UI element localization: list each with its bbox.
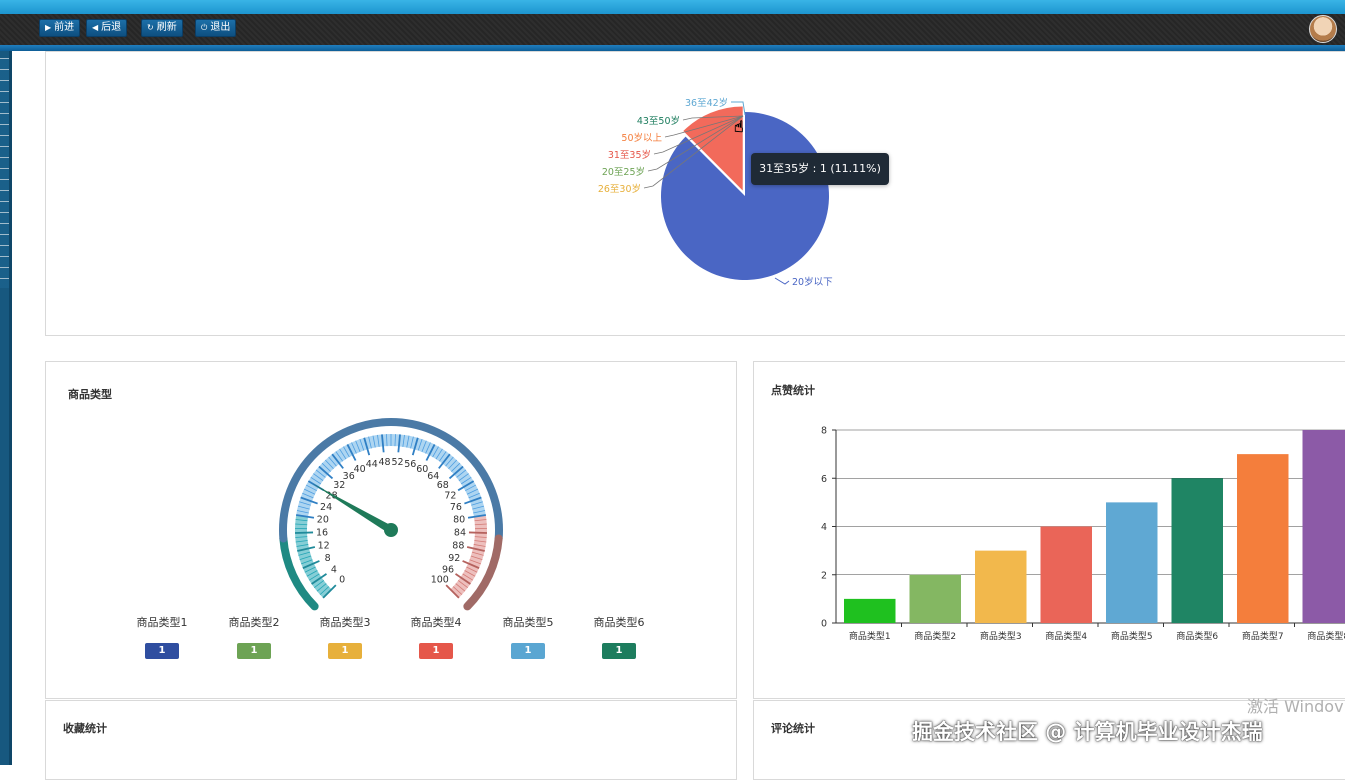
- gauge-tick-label: 24: [320, 502, 332, 513]
- x-tick-label: 商品类型1: [849, 630, 891, 642]
- gauge-tick-label: 52: [391, 457, 403, 468]
- gauge-tick-label: 48: [378, 457, 390, 468]
- favorites-panel: [45, 700, 737, 780]
- gauge-minor-tick: [395, 434, 396, 446]
- pie-label: 31至35岁: [608, 149, 651, 161]
- sidebar-edge: [9, 51, 12, 765]
- product-type-title: 商品类型: [68, 386, 112, 402]
- gauge-tick-label: 44: [366, 459, 378, 470]
- x-tick-label: 商品类型4: [1045, 630, 1087, 642]
- bar: [910, 575, 962, 623]
- logout-button[interactable]: ⏻ 退出: [195, 19, 236, 37]
- power-icon: ⏻: [201, 19, 207, 37]
- product-type-gauge: 0481216202428323640444852566064687276808…: [260, 405, 530, 615]
- gauge-tick-label: 84: [454, 528, 466, 539]
- y-tick-label: 2: [821, 570, 827, 581]
- legend-badge: 1: [511, 643, 545, 659]
- refresh-icon: ↻: [147, 19, 154, 37]
- gauge-tick-label: 56: [404, 459, 416, 470]
- pie-label: 20至25岁: [602, 166, 645, 178]
- pie-label: 50岁以上: [621, 132, 662, 144]
- gauge-tick-label: 92: [448, 553, 460, 564]
- y-tick-label: 4: [821, 522, 827, 533]
- windows-activation-watermark: 激活 Windov: [1247, 693, 1344, 717]
- pie-label: 26至30岁: [598, 183, 641, 195]
- likes-bar-chart: 0 2 4 6 8 商品类型1 商品类型2 商品类型3 商品类型4 商品类型5 商品类型6 商品类型7…: [800, 420, 1345, 650]
- legend-label: 商品类型3: [315, 614, 375, 630]
- legend-badge: 1: [602, 643, 636, 659]
- x-tick-label: 商品类型6: [1176, 630, 1218, 642]
- gauge-tick-label: 40: [354, 464, 366, 475]
- top-accent-stripe: [0, 0, 1345, 14]
- gauge-tick-label: 8: [325, 553, 331, 564]
- x-tick-label: 商品类型7: [1242, 630, 1284, 642]
- community-watermark: 掘金技术社区 @ 计算机毕业设计杰瑞: [912, 716, 1263, 746]
- bar: [975, 551, 1027, 623]
- user-avatar[interactable]: [1309, 15, 1337, 43]
- legend-badge: 1: [419, 643, 453, 659]
- gauge-major-tick: [469, 532, 487, 533]
- gauge-tick-label: 4: [331, 564, 337, 575]
- gauge-needle-hub: [384, 523, 398, 537]
- gauge-tick-label: 68: [437, 480, 449, 491]
- legend-label: 商品类型6: [589, 614, 649, 630]
- bar: [1303, 430, 1345, 623]
- pie-label: 43至50岁: [637, 115, 680, 127]
- pie-tooltip: 31至35岁 : 1 (11.11%): [751, 153, 889, 185]
- pie-slice: [661, 112, 829, 280]
- gauge-tick-label: 0: [339, 574, 345, 585]
- refresh-button[interactable]: ↻ 刷新: [141, 19, 183, 37]
- gauge-tick-label: 20: [317, 515, 329, 526]
- legend-label: 商品类型1: [132, 614, 192, 630]
- bar: [1172, 478, 1224, 623]
- bar: [1041, 527, 1093, 624]
- gauge-tick-label: 72: [444, 490, 456, 501]
- y-tick-label: 0: [821, 619, 827, 630]
- logout-label: 退出: [210, 19, 230, 37]
- refresh-label: 刷新: [157, 19, 177, 37]
- y-tick-label: 6: [821, 474, 827, 485]
- age-pie-chart: 36至42岁 43至50岁 50岁以上 31至35岁 20至25岁 26至30岁 20岁以下…: [560, 90, 890, 300]
- legend-label: 商品类型2: [224, 614, 284, 630]
- legend-label: 商品类型4: [406, 614, 466, 630]
- gauge-major-tick: [295, 532, 313, 533]
- likes-title: 点赞统计: [771, 382, 815, 398]
- y-tick-label: 8: [821, 426, 827, 437]
- hand-cursor-icon: ☝: [734, 117, 744, 136]
- gauge-tick-label: 100: [431, 574, 449, 585]
- gauge-tick-label: 12: [318, 541, 330, 552]
- pie-label: 36至42岁: [685, 97, 728, 109]
- forward-button[interactable]: ▶ 前进: [39, 19, 80, 37]
- x-tick-label: 商品类型2: [914, 630, 956, 642]
- play-icon: ▶: [45, 19, 51, 37]
- forward-label: 前进: [54, 19, 74, 37]
- x-tick-label: 商品类型3: [980, 630, 1022, 642]
- bar: [844, 599, 896, 623]
- x-tick-label: 商品类型5: [1111, 630, 1153, 642]
- legend-badge: 1: [328, 643, 362, 659]
- back-button[interactable]: ◀ 后退: [86, 19, 127, 37]
- legend-badge: 1: [237, 643, 271, 659]
- x-tick-label: 商品类型8: [1307, 630, 1345, 642]
- gauge-minor-tick: [386, 434, 387, 446]
- gauge-tick-label: 16: [316, 528, 328, 539]
- favorites-title: 收藏统计: [63, 720, 107, 736]
- bar: [1237, 454, 1289, 623]
- back-icon: ◀: [92, 19, 98, 37]
- back-label: 后退: [101, 19, 121, 37]
- pie-label-line: [775, 278, 789, 284]
- pie-label: 20岁以下: [792, 276, 833, 288]
- comments-title: 评论统计: [771, 720, 815, 736]
- gauge-tick-label: 76: [450, 502, 462, 513]
- legend-label: 商品类型5: [498, 614, 558, 630]
- bar: [1106, 502, 1158, 623]
- gauge-tick-label: 88: [452, 541, 464, 552]
- legend-badge: 1: [145, 643, 179, 659]
- gauge-tick-label: 80: [453, 515, 465, 526]
